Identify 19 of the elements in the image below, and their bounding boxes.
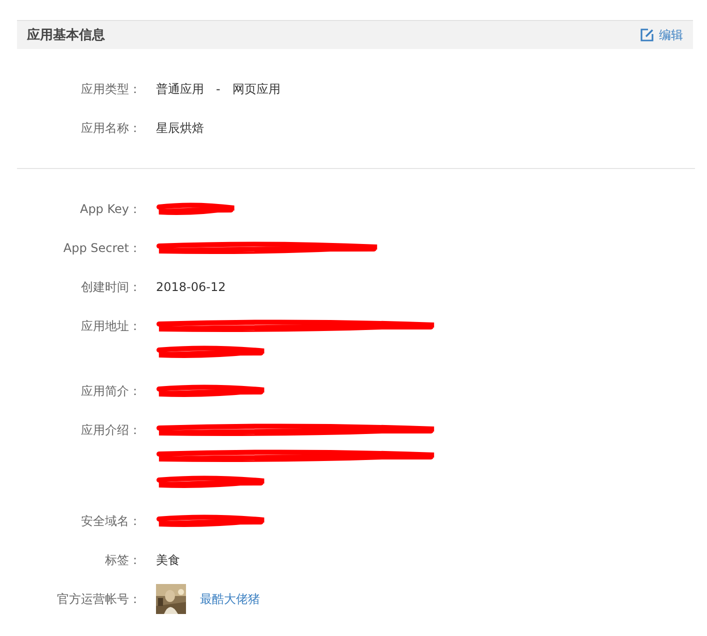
field-value: 2018-06-12	[156, 279, 226, 296]
edit-link[interactable]: 编辑	[640, 26, 683, 44]
field-label: 官方运营帐号：	[56, 591, 142, 608]
field-label: App Secret：	[62, 240, 142, 257]
field-value: 星辰烘焙	[156, 120, 204, 137]
account-link[interactable]: 最酷大佬猪	[200, 590, 260, 608]
field-label: 应用名称：	[80, 120, 142, 137]
field-label: 创建时间：	[80, 279, 142, 296]
field-label: 应用类型：	[80, 81, 142, 98]
panel-title: 应用基本信息	[27, 26, 105, 44]
field-label: 标签：	[104, 552, 142, 569]
field-value: 美食	[156, 552, 180, 569]
field-label: App Key：	[78, 201, 142, 218]
edit-icon	[640, 28, 654, 42]
field-value: 普通应用 - 网页应用	[156, 81, 280, 98]
field-label: 应用简介：	[80, 383, 142, 400]
field-label: 应用介绍：	[80, 422, 142, 439]
field-label: 应用地址：	[80, 318, 142, 335]
field-label: 安全域名：	[80, 513, 142, 530]
